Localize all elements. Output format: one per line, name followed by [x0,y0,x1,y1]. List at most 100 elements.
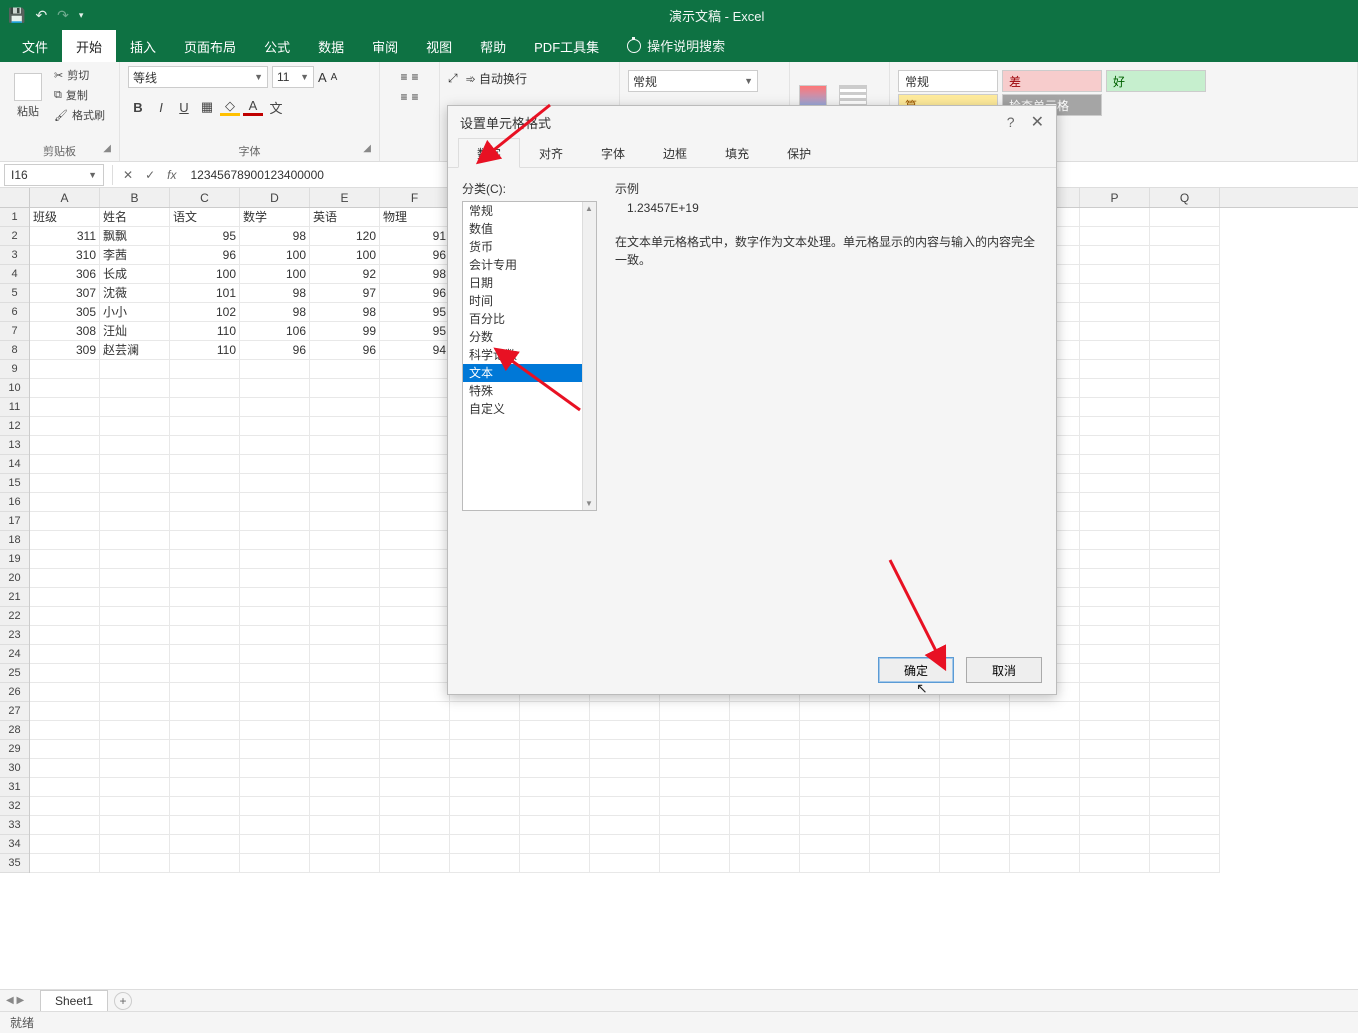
cell[interactable] [870,778,940,797]
cell[interactable] [450,759,520,778]
cell[interactable] [170,702,240,721]
cell[interactable] [240,588,310,607]
row-header[interactable]: 5 [0,284,29,303]
cell[interactable] [240,854,310,873]
cell[interactable]: 98 [380,265,450,284]
cell[interactable] [380,417,450,436]
cell[interactable] [1010,759,1080,778]
cell[interactable] [870,759,940,778]
cell[interactable] [240,835,310,854]
cell[interactable] [380,474,450,493]
cell[interactable] [30,512,100,531]
cell[interactable] [380,854,450,873]
cell[interactable]: 96 [380,284,450,303]
cell[interactable] [170,778,240,797]
cell[interactable] [240,550,310,569]
category-item[interactable]: 特殊 [463,382,596,400]
cell[interactable] [1150,398,1220,417]
cell[interactable] [800,854,870,873]
select-all-corner[interactable] [0,188,30,207]
cell[interactable] [1150,740,1220,759]
cell[interactable] [380,835,450,854]
row-header[interactable]: 33 [0,816,29,835]
cell[interactable] [450,702,520,721]
cell[interactable] [30,702,100,721]
cell[interactable] [870,797,940,816]
cell[interactable] [240,759,310,778]
cell[interactable]: 110 [170,322,240,341]
phonetic-button[interactable]: 文 [266,98,286,116]
cell[interactable] [1010,797,1080,816]
cell[interactable] [100,683,170,702]
cell[interactable] [30,740,100,759]
cell[interactable] [240,721,310,740]
cell[interactable] [100,588,170,607]
cell[interactable]: 309 [30,341,100,360]
cell[interactable]: 96 [380,246,450,265]
cell[interactable] [240,455,310,474]
row-header[interactable]: 31 [0,778,29,797]
cell[interactable] [1080,360,1150,379]
cell[interactable] [100,816,170,835]
cell[interactable] [100,797,170,816]
column-header[interactable]: Q [1150,188,1220,207]
cell[interactable] [1080,512,1150,531]
cell[interactable] [310,474,380,493]
row-header[interactable]: 27 [0,702,29,721]
row-header[interactable]: 9 [0,360,29,379]
cell[interactable] [170,512,240,531]
cell[interactable] [240,569,310,588]
cell[interactable] [870,854,940,873]
cell[interactable] [590,759,660,778]
row-header[interactable]: 21 [0,588,29,607]
cell[interactable] [310,797,380,816]
row-header[interactable]: 13 [0,436,29,455]
cell[interactable] [1080,550,1150,569]
cell[interactable] [730,835,800,854]
cell[interactable] [100,702,170,721]
cell[interactable] [240,474,310,493]
align-mid-icon[interactable]: ≡ [412,70,419,84]
cell[interactable] [380,778,450,797]
cell[interactable]: 100 [240,246,310,265]
cell[interactable] [1010,835,1080,854]
category-item[interactable]: 分数 [463,328,596,346]
cell[interactable] [310,417,380,436]
ok-button[interactable]: 确定 [878,657,954,683]
row-header[interactable]: 19 [0,550,29,569]
cell[interactable] [800,740,870,759]
cell[interactable] [240,379,310,398]
cell[interactable] [30,664,100,683]
cell[interactable]: 飘飘 [100,227,170,246]
row-header[interactable]: 12 [0,417,29,436]
cell[interactable] [1080,607,1150,626]
cell[interactable] [1150,284,1220,303]
category-item[interactable]: 货币 [463,238,596,256]
tell-me[interactable]: 操作说明搜索 [613,29,739,62]
cell[interactable] [1150,322,1220,341]
dialog-tab[interactable]: 对齐 [520,138,582,167]
cell[interactable] [520,778,590,797]
row-header[interactable]: 30 [0,759,29,778]
cell[interactable] [730,816,800,835]
cancel-icon[interactable]: ✕ [117,168,139,182]
cell[interactable] [30,854,100,873]
cell[interactable] [1080,417,1150,436]
cell[interactable] [1010,816,1080,835]
cell[interactable]: 95 [380,322,450,341]
cell[interactable] [800,835,870,854]
cell[interactable] [310,607,380,626]
cell[interactable] [170,797,240,816]
row-header[interactable]: 18 [0,531,29,550]
dialog-launcher-icon[interactable]: ◢ [363,143,371,154]
cell[interactable]: 100 [240,265,310,284]
cell[interactable] [1080,721,1150,740]
cell[interactable] [1080,645,1150,664]
row-header[interactable]: 10 [0,379,29,398]
font-name-select[interactable]: 等线▼ [128,66,268,88]
cell[interactable] [30,778,100,797]
cell[interactable] [100,607,170,626]
cell[interactable] [940,740,1010,759]
category-item[interactable]: 文本 [463,364,596,382]
cell[interactable] [800,778,870,797]
